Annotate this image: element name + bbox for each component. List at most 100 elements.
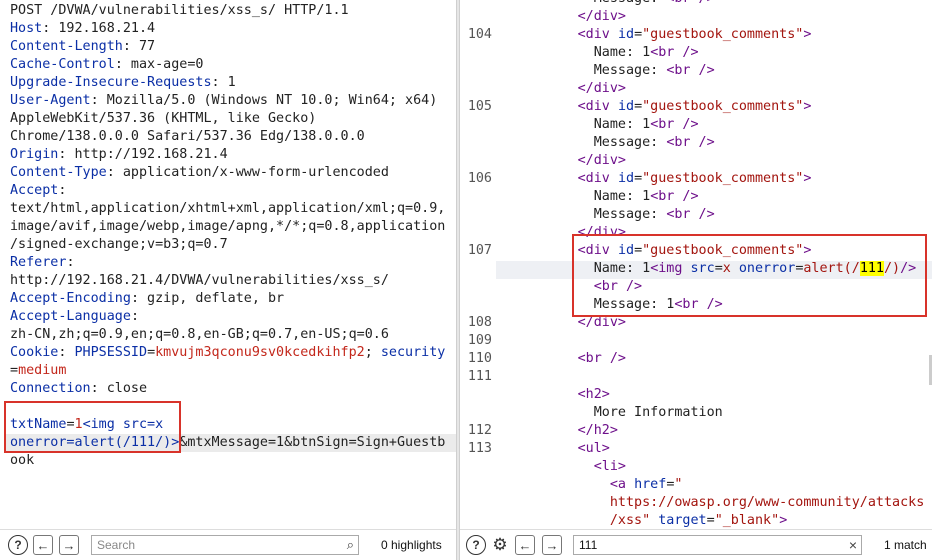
response-line: <div id="guestbook_comments"> (497, 98, 932, 116)
line-number (460, 152, 492, 170)
response-search-input[interactable]: 111 × (573, 535, 862, 555)
response-pane[interactable]: 104 105 106 107 108 109 110 111 112 113 Message: … (460, 0, 932, 560)
request-line-token: PHPSESSID (74, 345, 148, 360)
response-line: </h2> (497, 422, 932, 440)
response-line-token: <a (609, 477, 635, 492)
response-line-token (497, 243, 578, 258)
response-line-token (497, 225, 578, 240)
response-line-token: <div (577, 243, 618, 258)
request-line-token: : (66, 255, 75, 270)
line-number (460, 44, 492, 62)
response-line-token: <div (577, 99, 618, 114)
back-button[interactable]: ← (515, 535, 535, 555)
response-line-token: Message: (497, 135, 667, 150)
response-line-token (497, 513, 610, 528)
request-line-token: Cache-Control (10, 57, 115, 72)
line-number (460, 0, 492, 8)
response-line-token: <br /> (650, 117, 699, 132)
line-number: 105 (467, 99, 492, 114)
request-line-token: : 1 (211, 75, 236, 90)
response-line-token: "guestbook_comments" (642, 27, 804, 42)
forward-button[interactable]: → (542, 535, 562, 555)
response-line-token: Message: (497, 0, 666, 6)
response-line-token: <ul> (577, 441, 610, 456)
response-line-token: <div (577, 171, 618, 186)
response-line: </div> (497, 8, 932, 26)
response-line-token: > (803, 171, 812, 186)
line-number (460, 224, 492, 242)
response-line-token (497, 171, 578, 186)
line-number (460, 296, 492, 314)
forward-button[interactable]: → (59, 535, 79, 555)
request-line-token: onerror=alert(/111/)> (10, 435, 180, 450)
request-line-token: txtName (10, 417, 67, 432)
response-line-token: Message: 1 (497, 297, 675, 312)
response-line: Message: <br /> (497, 206, 932, 224)
request-line: /signed-exchange;v=b3;q=0.7 (10, 236, 456, 254)
response-line-token (497, 441, 578, 456)
response-line-token (497, 315, 578, 330)
request-line: =medium (10, 362, 456, 380)
response-line-token: More Information (497, 405, 723, 420)
response-line: https://owasp.org/www-community/attacks (497, 494, 932, 512)
request-line (10, 398, 456, 416)
line-number (460, 8, 492, 26)
response-line-token: Name: 1 (497, 117, 651, 132)
request-search-input[interactable]: Search ⌕ (91, 535, 359, 555)
response-line-token: /) (884, 261, 901, 276)
request-line-token: zh-CN,zh;q=0.9,en;q=0.8,en-GB;q=0.7,en-U… (10, 327, 389, 342)
help-icon[interactable]: ? (466, 535, 486, 555)
response-line-token: <br /> (666, 0, 714, 6)
response-line: <br /> (497, 350, 932, 368)
response-line-token: </div> (577, 9, 626, 24)
request-line-token: : (58, 345, 75, 360)
response-line-token: Name: 1 (497, 189, 651, 204)
response-line-token: target (658, 513, 707, 528)
response-line: Message: <br /> (497, 134, 932, 152)
response-line-token: 111 (859, 261, 884, 276)
response-editor[interactable]: Message: <br /> </div> <div id="guestboo… (497, 0, 932, 530)
help-icon[interactable]: ? (8, 535, 28, 555)
response-line-token: = (706, 513, 715, 528)
response-line-token: "_blank" (714, 513, 780, 528)
response-line-token: <li> (593, 459, 626, 474)
request-line-token: : close (90, 381, 148, 396)
request-line-token: Upgrade-Insecure-Requests (10, 75, 212, 90)
request-line-token: ook (10, 453, 35, 468)
request-search-bar: ? ⚙ ← → Search ⌕ 0 highlights (0, 529, 456, 560)
response-line-token: Message: (497, 207, 667, 222)
response-line-token: /xss" (609, 513, 651, 528)
response-line-token: = (634, 171, 643, 186)
response-line-token: id (617, 243, 635, 258)
request-editor[interactable]: POST /DVWA/vulnerabilities/xss_s/ HTTP/1… (10, 2, 456, 470)
response-line-token: " (674, 477, 683, 492)
response-line-token: <br /> (593, 279, 643, 294)
request-line-token: Chrome/138.0.0.0 Safari/537.36 Edg/138.0… (10, 129, 365, 144)
response-line-token: </div> (577, 315, 626, 330)
request-line-token: ; (364, 345, 381, 360)
request-line-token: /signed-exchange;v=b3;q=0.7 (10, 237, 228, 252)
forward-arrow-icon: → (545, 537, 559, 553)
search-icon[interactable]: ⌕ (347, 536, 354, 554)
response-line: <br /> (497, 278, 932, 296)
request-pane[interactable]: POST /DVWA/vulnerabilities/xss_s/ HTTP/1… (0, 0, 456, 560)
back-button[interactable]: ← (33, 535, 53, 555)
request-line-token: Content-Type (10, 165, 107, 180)
response-line-token: </div> (577, 225, 626, 240)
settings-icon[interactable]: ⚙ (490, 535, 510, 555)
request-line-token: Origin (10, 147, 59, 162)
response-line-token (497, 351, 578, 366)
response-line-token: src (690, 261, 715, 276)
response-line-token: <br /> (666, 63, 715, 78)
response-line: </div> (497, 314, 932, 332)
line-number: 107 (467, 243, 492, 258)
response-line-token: "guestbook_comments" (642, 243, 804, 258)
response-line-token (497, 153, 578, 168)
response-line-token: id (617, 171, 635, 186)
response-line-token (497, 387, 578, 402)
request-line-token: = (66, 417, 75, 432)
request-line-token: : Mozilla/5.0 (Windows NT 10.0; Win64; x… (90, 93, 438, 108)
request-line: Content-Type: application/x-www-form-url… (10, 164, 456, 182)
clear-icon[interactable]: × (849, 536, 857, 554)
request-line-token: <img src=x (82, 417, 164, 432)
